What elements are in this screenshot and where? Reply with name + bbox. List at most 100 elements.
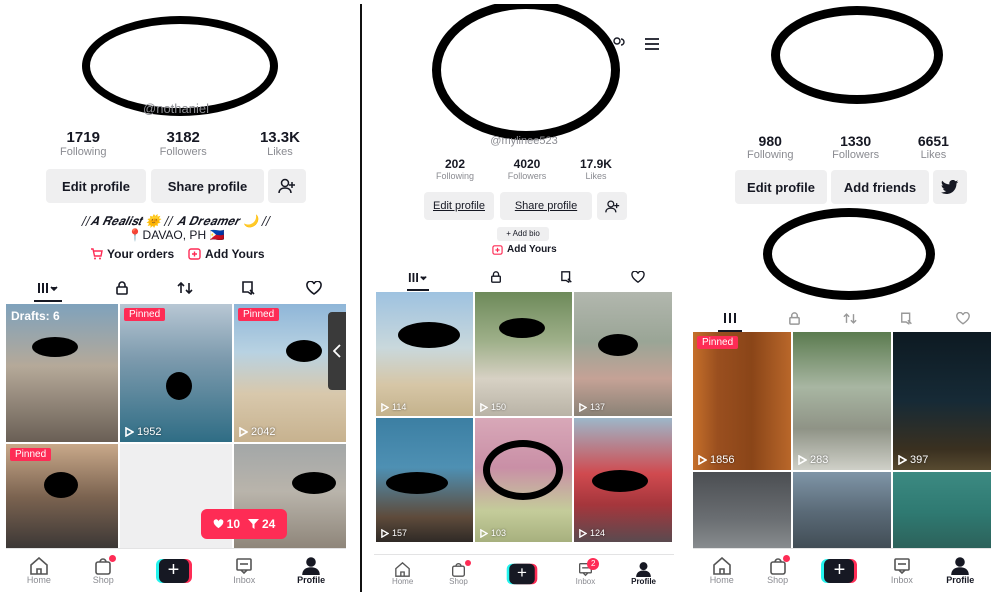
drafts-cell[interactable]: Drafts: 6 bbox=[6, 304, 118, 442]
tab-reposts[interactable] bbox=[177, 281, 193, 295]
nav-home[interactable]: Home bbox=[27, 556, 51, 585]
video-thumbnail[interactable]: 137 bbox=[574, 292, 672, 416]
nav-home[interactable]: Home bbox=[710, 556, 734, 585]
stat-followers[interactable]: 1330 Followers bbox=[832, 133, 879, 161]
twitter-button[interactable] bbox=[933, 170, 967, 204]
bookmark-icon bbox=[900, 312, 912, 325]
tab-favorites[interactable] bbox=[241, 281, 257, 295]
play-icon bbox=[480, 528, 488, 538]
notification-dot bbox=[464, 559, 471, 566]
add-yours-link[interactable]: Add Yours bbox=[188, 247, 265, 261]
edit-profile-button[interactable]: Edit profile bbox=[735, 170, 827, 204]
nav-inbox[interactable]: Inbox bbox=[891, 557, 913, 585]
create-button[interactable]: + bbox=[821, 558, 858, 583]
stat-likes[interactable]: 6651 Likes bbox=[918, 133, 949, 161]
add-yours-icon bbox=[492, 244, 503, 255]
video-grid: 114 150 137 157 103 124 bbox=[376, 292, 672, 542]
content-tabs bbox=[6, 278, 346, 302]
tab-private[interactable] bbox=[115, 281, 129, 295]
add-friend-button[interactable] bbox=[268, 169, 306, 203]
tab-favorites[interactable] bbox=[560, 271, 574, 283]
nav-profile[interactable]: Profile bbox=[631, 561, 656, 586]
video-thumbnail[interactable]: Pinned bbox=[6, 444, 118, 550]
create-button[interactable]: + bbox=[155, 558, 192, 583]
stat-following[interactable]: 980 Following bbox=[747, 133, 793, 161]
tab-liked[interactable] bbox=[631, 271, 645, 283]
nav-profile[interactable]: Profile bbox=[297, 556, 325, 585]
edit-profile-button[interactable]: Edit profile bbox=[424, 192, 494, 220]
nav-home[interactable]: Home bbox=[392, 561, 413, 586]
redacted-face bbox=[598, 334, 638, 356]
stat-following[interactable]: 202 Following bbox=[436, 157, 474, 181]
activity-popup[interactable]: 10 24 bbox=[201, 509, 287, 539]
nav-shop[interactable]: Shop bbox=[767, 554, 791, 585]
play-icon bbox=[798, 455, 807, 465]
add-bio-button[interactable]: + Add bio bbox=[497, 227, 549, 241]
home-icon bbox=[712, 556, 731, 575]
video-thumbnail[interactable] bbox=[693, 472, 791, 552]
view-count: 150 bbox=[480, 402, 506, 412]
tab-videos[interactable] bbox=[714, 312, 746, 332]
nav-shop[interactable]: Shop bbox=[93, 554, 116, 585]
nav-inbox[interactable]: Inbox bbox=[233, 557, 255, 585]
stat-followers[interactable]: 4020 Followers bbox=[508, 157, 547, 181]
view-count: 103 bbox=[480, 528, 506, 538]
tab-favorites[interactable] bbox=[900, 312, 914, 325]
tab-liked[interactable] bbox=[956, 311, 970, 325]
friends-icon-button[interactable] bbox=[612, 36, 626, 55]
stat-likes[interactable]: 13.3K Likes bbox=[260, 129, 300, 158]
cart-icon bbox=[91, 248, 103, 260]
video-thumbnail[interactable]: 283 bbox=[793, 332, 891, 470]
video-grid: Pinned 1856 283 397 bbox=[693, 332, 991, 552]
menu-button[interactable] bbox=[644, 37, 660, 55]
bookmark-icon bbox=[560, 271, 572, 283]
pinned-badge: Pinned bbox=[124, 308, 166, 321]
video-thumbnail[interactable]: 114 bbox=[376, 292, 473, 416]
nav-inbox[interactable]: Inbox 2 bbox=[576, 557, 600, 586]
nav-shop[interactable]: Shop bbox=[449, 559, 471, 586]
nav-profile[interactable]: Profile bbox=[946, 556, 974, 585]
play-icon bbox=[698, 455, 707, 465]
pinned-badge: Pinned bbox=[10, 448, 52, 461]
video-thumbnail[interactable]: 124 bbox=[574, 418, 672, 542]
video-thumbnail[interactable] bbox=[793, 472, 891, 552]
video-thumbnail[interactable]: Pinned 1856 bbox=[693, 332, 791, 470]
your-orders-link[interactable]: Your orders bbox=[90, 247, 174, 261]
add-friend-button[interactable] bbox=[597, 192, 627, 220]
view-count: 283 bbox=[798, 454, 828, 466]
side-drawer-handle[interactable] bbox=[328, 312, 346, 390]
video-thumbnail[interactable]: 150 bbox=[475, 292, 572, 416]
tab-videos[interactable] bbox=[403, 272, 433, 291]
video-thumbnail[interactable]: 103 bbox=[475, 418, 572, 542]
edit-profile-button[interactable]: Edit profile bbox=[46, 169, 146, 203]
tab-videos[interactable] bbox=[30, 282, 66, 302]
stat-followers[interactable]: 3182 Followers bbox=[160, 129, 207, 158]
video-thumbnail[interactable] bbox=[893, 472, 991, 552]
tab-private[interactable] bbox=[490, 271, 502, 283]
create-button[interactable]: + bbox=[504, 562, 540, 586]
bottom-nav: Home Shop + Inbox 2 Profile bbox=[374, 554, 674, 592]
video-thumbnail[interactable]: Pinned 2042 bbox=[234, 304, 346, 442]
tab-private[interactable] bbox=[788, 311, 801, 325]
view-count: 1952 bbox=[125, 426, 161, 438]
add-yours-link[interactable]: Add Yours bbox=[492, 244, 557, 255]
tab-liked[interactable] bbox=[305, 281, 322, 295]
bottom-nav: Home Shop + Inbox Profile bbox=[693, 548, 991, 592]
video-thumbnail[interactable]: Pinned 1952 bbox=[120, 304, 232, 442]
video-thumbnail[interactable]: 157 bbox=[376, 418, 473, 542]
share-profile-button[interactable]: Share profile bbox=[151, 169, 264, 203]
add-friends-button[interactable]: Add friends bbox=[831, 170, 929, 204]
play-icon bbox=[480, 402, 488, 412]
stat-likes[interactable]: 17.9K Likes bbox=[580, 157, 612, 181]
heart-icon bbox=[956, 311, 970, 325]
view-count: 137 bbox=[579, 402, 605, 412]
redacted-face bbox=[44, 472, 78, 498]
tab-reposts[interactable] bbox=[843, 312, 858, 325]
notification-dot bbox=[783, 554, 791, 562]
video-grid: Drafts: 6 Pinned 1952 Pinned 2042 Pinned bbox=[6, 304, 346, 550]
grid-icon bbox=[38, 283, 58, 293]
video-thumbnail[interactable]: 397 bbox=[893, 332, 991, 470]
share-profile-button[interactable]: Share profile bbox=[500, 192, 592, 220]
stat-following[interactable]: 1719 Following bbox=[60, 129, 106, 158]
play-icon bbox=[381, 402, 389, 412]
